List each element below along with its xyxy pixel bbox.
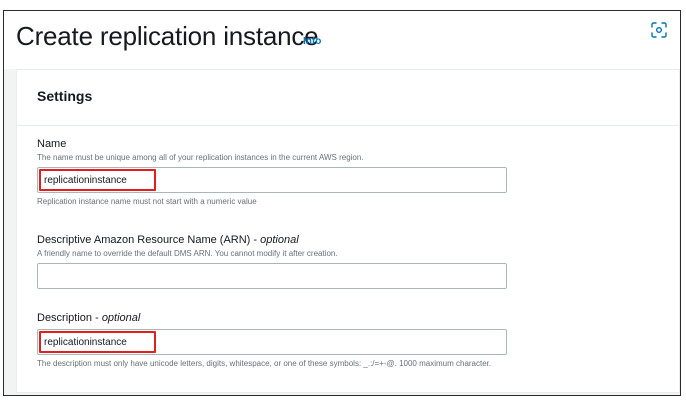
name-constraint: Replication instance name must not start… <box>37 197 257 206</box>
settings-panel-header: Settings <box>17 70 679 126</box>
screenshot-button[interactable] <box>646 17 672 43</box>
page-header: Create replication instance Info <box>4 11 680 69</box>
arn-optional-tag: optional <box>260 234 299 246</box>
screenshot-icon <box>651 22 667 38</box>
arn-description: A friendly name to override the default … <box>37 249 338 258</box>
arn-label: Descriptive Amazon Resource Name (ARN) -… <box>37 234 299 246</box>
description-highlight-box <box>39 331 156 353</box>
description-field-group: Description - optional replicationinstan… <box>37 312 507 369</box>
description-label-text: Description <box>37 312 93 324</box>
description-optional-tag: optional <box>101 312 141 324</box>
name-field-group: Name The name must be unique among all o… <box>37 138 507 207</box>
screenshot-frame: Create replication instance Info Setting… <box>3 10 681 396</box>
settings-title: Settings <box>37 88 93 104</box>
name-input[interactable]: replicationinstance <box>37 167 507 193</box>
name-highlight-box <box>39 169 156 191</box>
arn-input[interactable] <box>37 263 507 289</box>
settings-panel: Settings Name The name must be unique am… <box>16 69 680 393</box>
description-constraint: The description must only have unicode l… <box>37 359 492 368</box>
info-link[interactable]: Info <box>303 36 321 47</box>
name-description: The name must be unique among all of you… <box>37 153 364 162</box>
description-label: Description - optional <box>37 312 141 324</box>
name-label: Name <box>37 138 67 150</box>
arn-field-group: Descriptive Amazon Resource Name (ARN) -… <box>37 234 507 289</box>
page-title: Create replication instance <box>16 21 319 51</box>
description-input[interactable]: replicationinstance <box>37 329 507 355</box>
arn-label-text: Descriptive Amazon Resource Name (ARN) <box>37 234 251 246</box>
